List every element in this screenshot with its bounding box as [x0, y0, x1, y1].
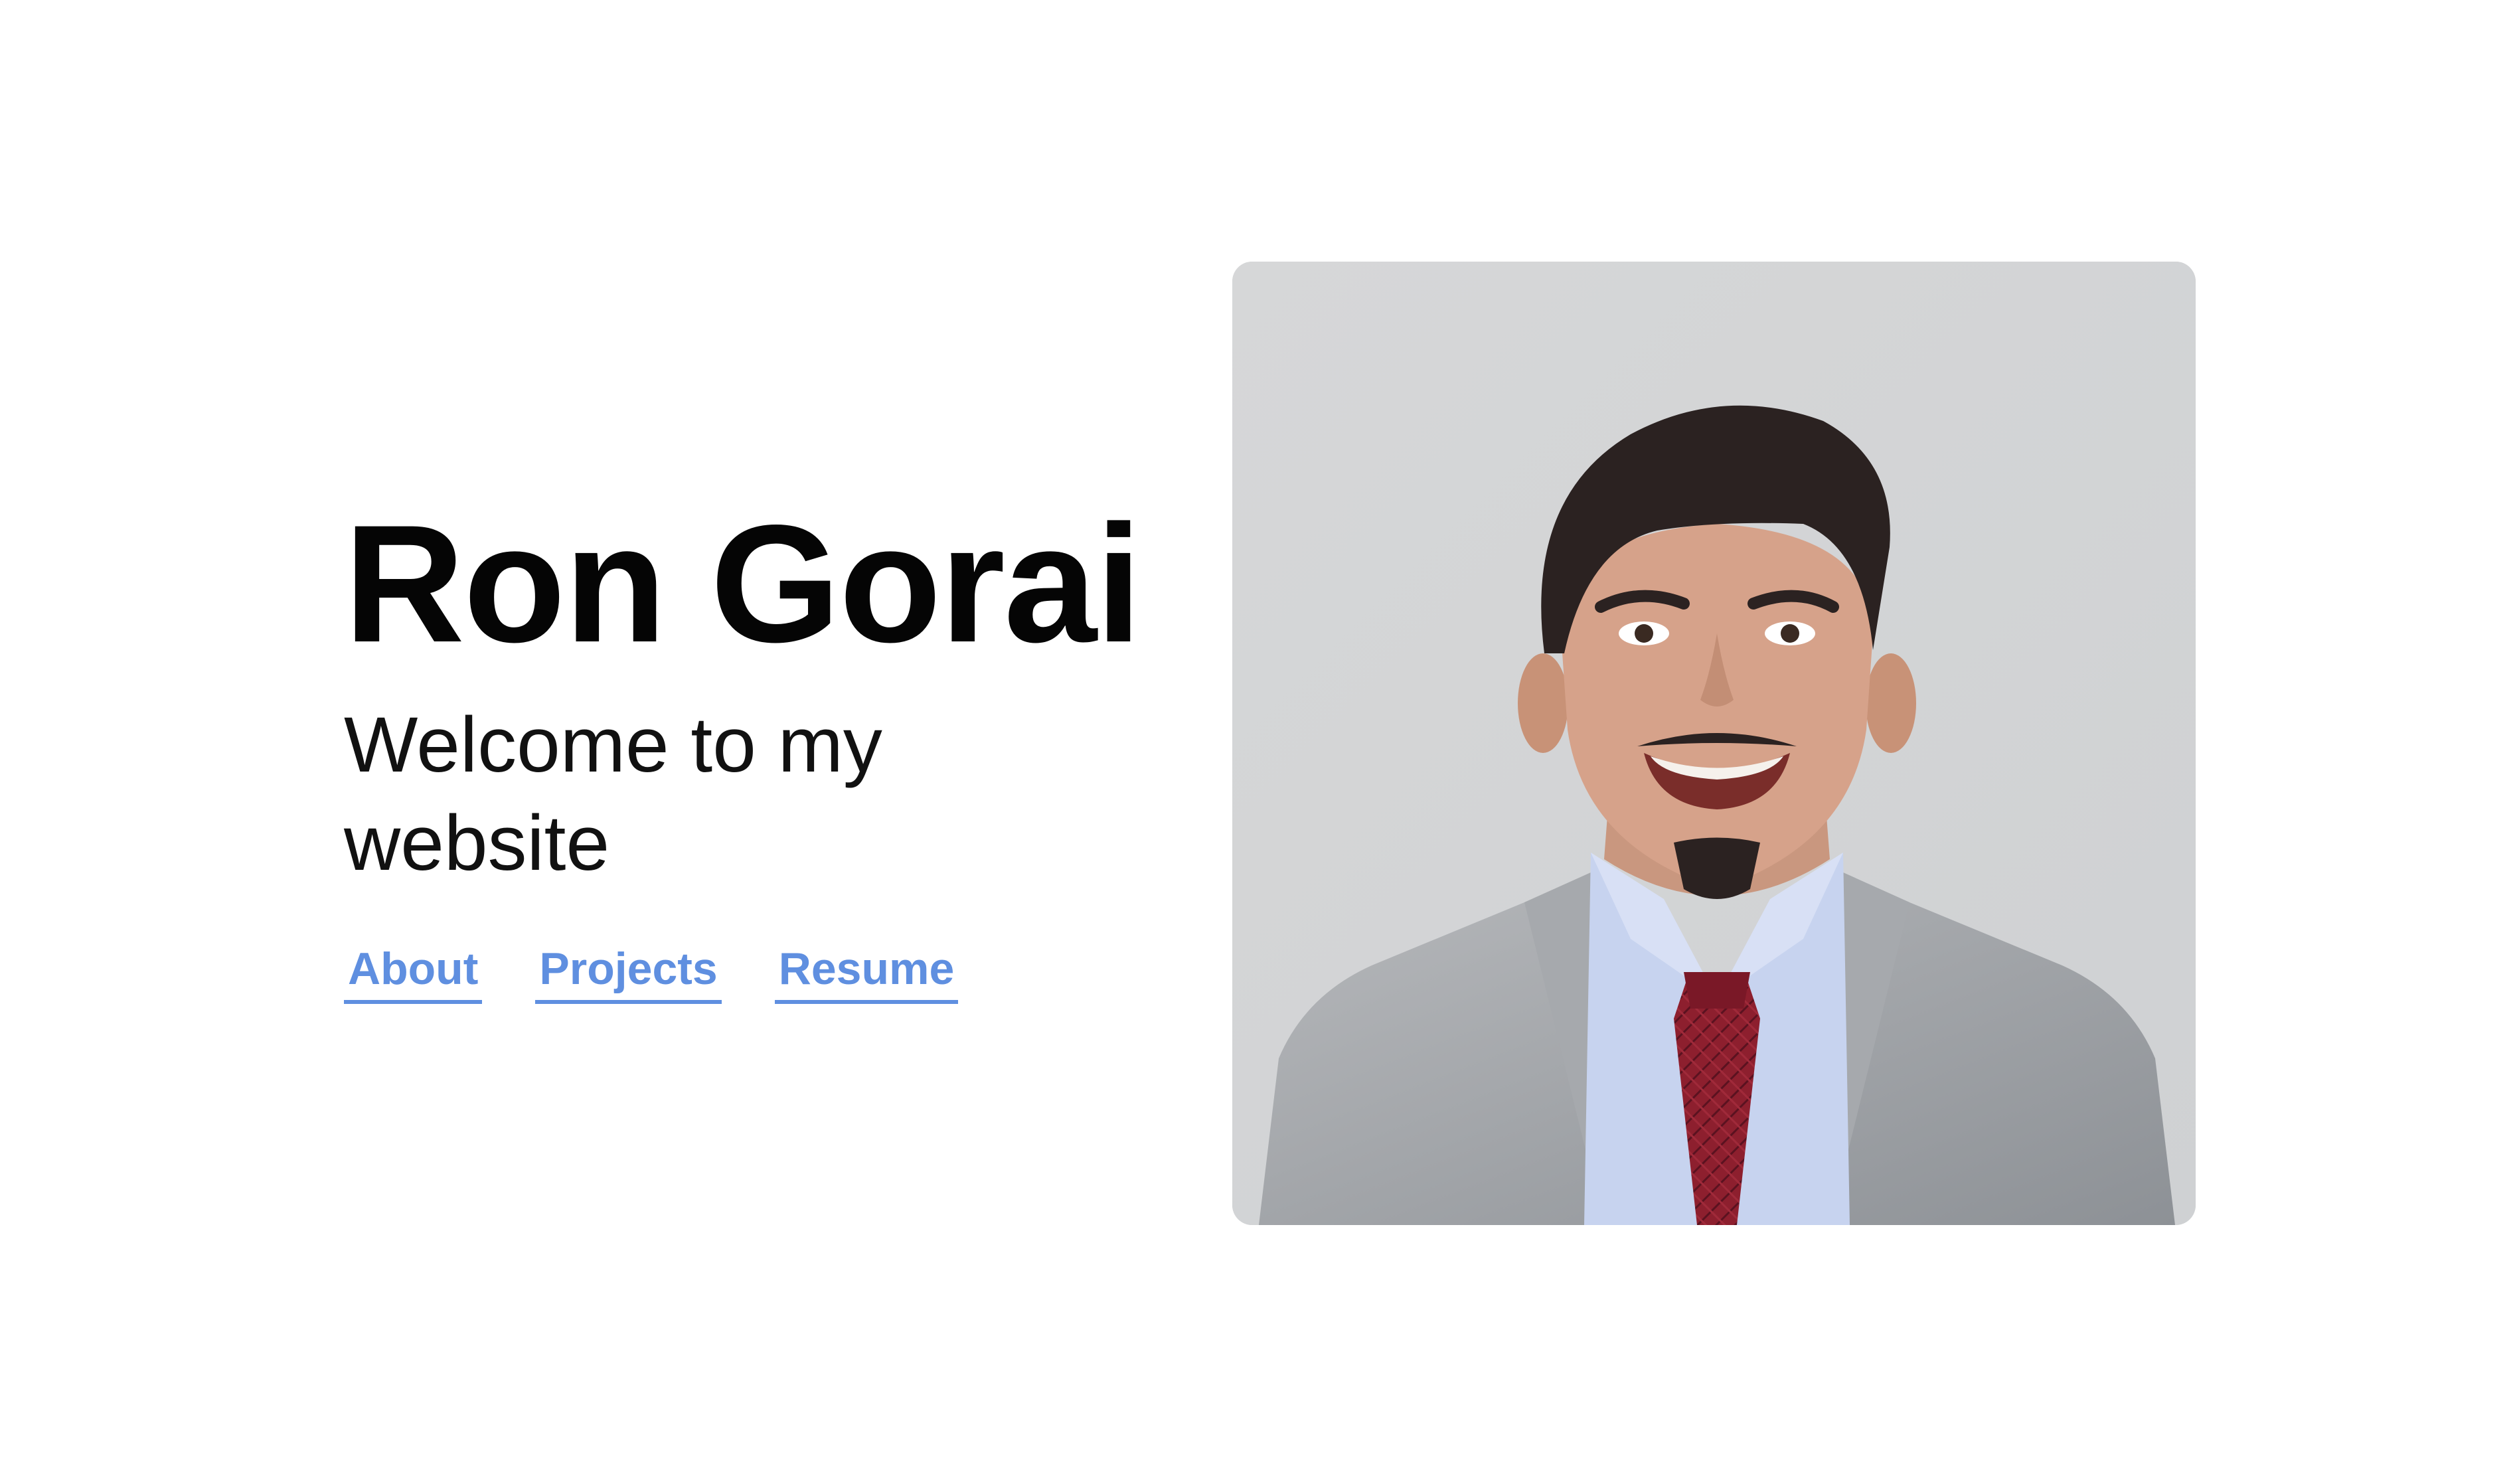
resume-link[interactable]: Resume	[774, 939, 959, 1004]
page-title: Ron Gorai	[344, 491, 1142, 677]
about-link[interactable]: About	[344, 939, 483, 1004]
projects-link[interactable]: Projects	[535, 939, 722, 1004]
hero-text: Ron Gorai Welcome to my website About Pr…	[344, 491, 1154, 1004]
welcome-subtitle: Welcome to my website	[344, 701, 882, 887]
nav-links: About Projects Resume	[344, 939, 1154, 1004]
profile-photo	[1232, 262, 2196, 1225]
